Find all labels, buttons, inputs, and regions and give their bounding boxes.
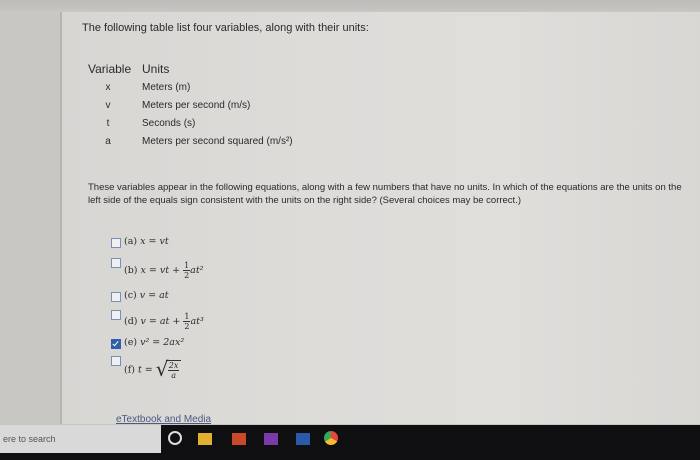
- windows-taskbar: ere to search: [0, 425, 700, 460]
- choice-e-checkbox[interactable]: [111, 339, 121, 349]
- table-row: v Meters per second (m/s): [88, 100, 293, 118]
- variable-cell: v: [105, 100, 111, 111]
- choice-d-checkbox[interactable]: [111, 310, 121, 320]
- choice-label: (e): [124, 337, 138, 348]
- choice-b-checkbox[interactable]: [111, 258, 121, 268]
- etextbook-link[interactable]: eTextbook and Media: [116, 414, 211, 425]
- taskbar-search-input[interactable]: ere to search: [0, 425, 161, 453]
- choice-f[interactable]: (f) t = √ 2x a: [124, 357, 182, 381]
- table-row: t Seconds (s): [88, 118, 293, 136]
- variable-cell: a: [105, 136, 111, 147]
- choice-d[interactable]: (d) v = at + 1 2 at³: [124, 312, 204, 331]
- header-units: Units: [142, 62, 170, 76]
- question-text: These variables appear in the following …: [88, 182, 682, 206]
- choice-equation-lhs: v = at +: [140, 316, 184, 327]
- intro-text: The following table list four variables,…: [82, 22, 369, 34]
- file-explorer-icon[interactable]: [198, 433, 212, 445]
- choice-b[interactable]: (b) x = vt + 1 2 at²: [124, 261, 203, 280]
- units-cell: Meters (m): [142, 82, 191, 93]
- units-cell: Meters per second (m/s): [142, 100, 251, 111]
- choice-c-checkbox[interactable]: [111, 292, 121, 302]
- choice-label: (c): [124, 290, 137, 301]
- choice-equation: v = at: [139, 290, 169, 301]
- choice-label: (a): [124, 236, 138, 247]
- denominator: a: [171, 371, 176, 380]
- table-row: a Meters per second squared (m/s²): [88, 136, 293, 154]
- choice-label: (b): [124, 265, 138, 276]
- numerator: 2x: [167, 361, 180, 371]
- word-icon[interactable]: [296, 433, 310, 445]
- fraction-2x-over-a: 2x a: [167, 361, 180, 380]
- chrome-icon[interactable]: [324, 431, 338, 445]
- variables-table: Variable Units x Meters (m) v Meters per…: [88, 62, 293, 154]
- radical-sign: √: [155, 357, 169, 381]
- choice-c[interactable]: (c) v = at: [124, 290, 169, 301]
- choice-e[interactable]: (e) v² = 2ax²: [124, 337, 184, 348]
- table-row: x Meters (m): [88, 82, 293, 100]
- units-cell: Meters per second squared (m/s²): [142, 136, 293, 147]
- choice-equation-rhs: at³: [190, 316, 204, 327]
- choice-a[interactable]: (a) x = vt: [124, 236, 169, 247]
- cortana-icon[interactable]: [168, 431, 182, 445]
- choice-equation: v² = 2ax²: [140, 337, 185, 348]
- choice-a-checkbox[interactable]: [111, 238, 121, 248]
- onenote-icon[interactable]: [264, 433, 278, 445]
- choice-equation: x = vt: [140, 236, 169, 247]
- header-variable: Variable: [88, 62, 132, 76]
- variable-cell: x: [105, 82, 111, 93]
- choice-equation-rhs: at²: [190, 265, 204, 276]
- powerpoint-icon[interactable]: [232, 433, 246, 445]
- choice-equation-lhs: t =: [137, 364, 156, 376]
- units-cell: Seconds (s): [142, 118, 196, 129]
- square-root: √ 2x a: [155, 357, 182, 381]
- choice-label: (d): [124, 316, 138, 327]
- choice-f-checkbox[interactable]: [111, 356, 121, 366]
- variable-cell: t: [106, 118, 110, 129]
- choice-equation-lhs: x = vt +: [140, 265, 184, 276]
- choice-label: (f): [124, 364, 135, 376]
